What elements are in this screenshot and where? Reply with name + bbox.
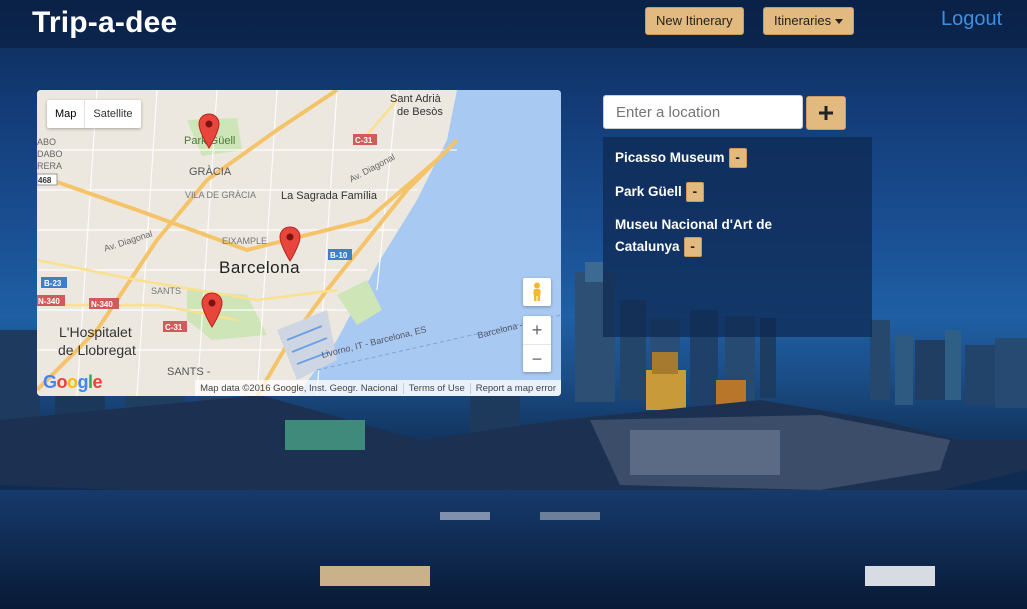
label-gracia: GRÀCIA (189, 166, 232, 178)
label-eixample: EIXAMPLE (222, 236, 268, 246)
svg-text:468: 468 (38, 176, 52, 185)
svg-text:N-340: N-340 (38, 297, 60, 306)
map-type-map-button[interactable]: Map (47, 100, 84, 128)
label-sants: SANTS (151, 286, 182, 296)
label-vila-de-gracia: VILA DE GRÀCIA (185, 190, 257, 200)
location-name-line-1: Museu Nacional d'Art de (615, 217, 772, 232)
new-itinerary-button[interactable]: New Itinerary (645, 7, 744, 35)
remove-location-button[interactable]: - (685, 182, 704, 203)
location-name-line-2: Catalunya (615, 239, 680, 254)
label-hospitalet-1: L'Hospitalet (59, 324, 132, 340)
svg-text:B-10: B-10 (330, 251, 348, 260)
location-name: Park Güell (615, 184, 682, 199)
terms-of-use-link[interactable]: Terms of Use (402, 382, 470, 394)
map-marker-pin-icon[interactable] (201, 292, 223, 328)
zoom-control: + − (523, 316, 551, 372)
label-de-besos: de Besòs (397, 106, 443, 118)
remove-location-button[interactable]: - (683, 237, 702, 258)
svg-text:C-31: C-31 (165, 323, 183, 332)
label-sant-adria: Sant Adrià (390, 93, 441, 105)
svg-text:N-340: N-340 (91, 300, 113, 309)
list-item: Museu Nacional d'Art de Catalunya - (615, 214, 772, 258)
map-marker-pin-icon[interactable] (279, 226, 301, 262)
map-type-satellite-button[interactable]: Satellite (84, 100, 140, 128)
itinerary-locations-panel: Picasso Museum - Park Güell - Museu Nacion… (603, 137, 872, 337)
svg-text:C-31: C-31 (355, 136, 373, 145)
logout-link[interactable]: Logout (941, 8, 1002, 31)
zoom-out-button[interactable]: − (523, 344, 551, 373)
svg-text:B-23: B-23 (44, 279, 62, 288)
plus-icon (819, 106, 833, 120)
label-sagrada-familia: La Sagrada Família (281, 190, 377, 202)
report-map-error-link[interactable]: Report a map error (469, 382, 561, 394)
location-search-input[interactable] (603, 95, 803, 129)
label-rera: RERA (37, 161, 63, 171)
map-view[interactable]: C-31 C-31 B-10 B-23 N-340 N-340 468 Sant… (37, 90, 561, 396)
caret-down-icon (835, 19, 844, 25)
itineraries-label: Itineraries (774, 13, 832, 28)
brand-logo[interactable]: Trip-a-dee (32, 6, 177, 40)
list-item: Picasso Museum - (615, 147, 747, 169)
location-name: Picasso Museum (615, 150, 725, 165)
top-navbar: Trip-a-dee New Itinerary Itineraries Log… (0, 0, 1027, 48)
add-location-button[interactable] (806, 96, 846, 130)
map-marker-pin-icon[interactable] (198, 113, 220, 149)
zoom-in-button[interactable]: + (523, 316, 551, 344)
street-view-pegman-icon[interactable] (523, 278, 551, 306)
label-dabo: DABO (37, 149, 63, 159)
map-attribution: Map data ©2016 Google, Inst. Geogr. Naci… (195, 380, 561, 396)
label-hospitalet-2: de Llobregat (58, 342, 136, 358)
remove-location-button[interactable]: - (728, 148, 747, 169)
label-abo: ABO (37, 137, 57, 147)
label-sants-dash: SANTS - (167, 366, 211, 378)
map-type-control: Map Satellite (47, 100, 141, 128)
map-data-attribution: Map data ©2016 Google, Inst. Geogr. Naci… (200, 382, 398, 394)
list-item: Park Güell - (615, 181, 704, 203)
google-logo[interactable]: Google (43, 372, 103, 393)
itineraries-dropdown-button[interactable]: Itineraries (763, 7, 855, 35)
